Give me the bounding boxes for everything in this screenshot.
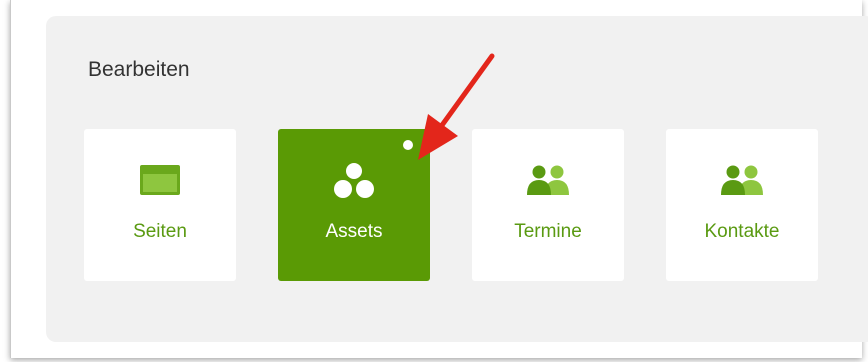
tile-termine[interactable]: Termine <box>472 129 624 281</box>
notification-dot <box>403 140 413 150</box>
assets-icon <box>332 161 376 206</box>
tile-label: Seiten <box>133 221 187 242</box>
people-icon <box>525 165 571 202</box>
window-icon <box>140 165 180 200</box>
tile-label: Kontakte <box>704 221 780 242</box>
tile-kontakte[interactable]: Kontakte <box>666 129 818 281</box>
people-icon <box>719 165 765 202</box>
tile-assets[interactable]: Assets <box>278 129 430 281</box>
section-title: Bearbeiten <box>88 58 190 81</box>
tile-label: Termine <box>514 221 582 242</box>
tile-label: Assets <box>325 221 383 242</box>
tile-seiten[interactable]: Seiten <box>84 129 236 281</box>
